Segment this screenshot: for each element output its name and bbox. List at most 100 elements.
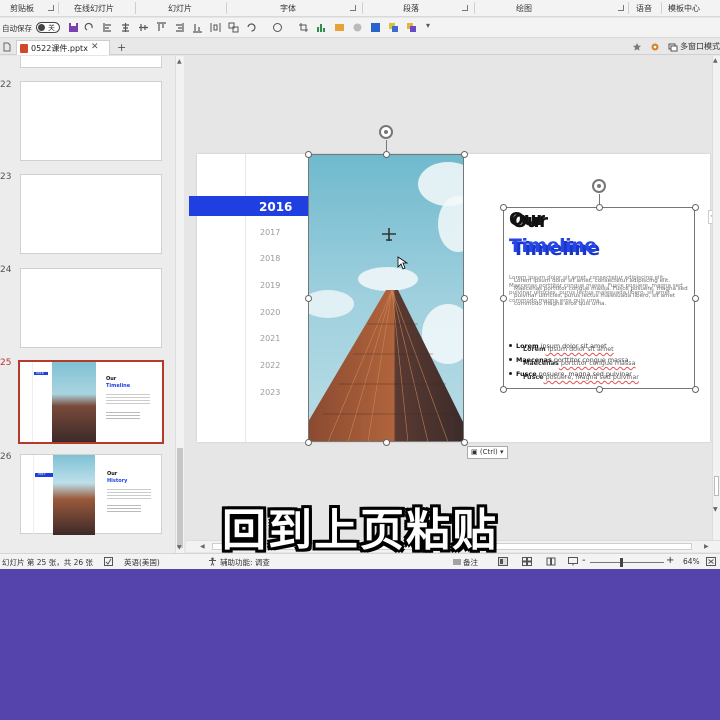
notes-button[interactable]: 备注 bbox=[463, 557, 478, 568]
resize-handle[interactable] bbox=[461, 151, 468, 158]
resize-handle[interactable] bbox=[500, 386, 507, 393]
ribbon-group-template-center: 模板中心 bbox=[668, 4, 700, 13]
resize-handle[interactable] bbox=[305, 151, 312, 158]
divider bbox=[628, 2, 629, 14]
slide-thumbnail-25[interactable]: 2016 Our Timeline bbox=[18, 360, 164, 444]
pptx-file-icon bbox=[20, 44, 28, 53]
language-label[interactable]: 英语(美国) bbox=[124, 557, 160, 568]
zoom-slider-thumb[interactable] bbox=[620, 558, 623, 567]
zoom-slider[interactable] bbox=[590, 562, 664, 563]
document-tab-bar: 0522课件.pptx ✕ + 多窗口模式 bbox=[0, 39, 720, 55]
notes-icon[interactable] bbox=[452, 558, 462, 566]
layers-icon[interactable] bbox=[406, 22, 417, 33]
slide-number: 22 bbox=[0, 80, 12, 90]
ribbon-group-paragraph: 段落 bbox=[403, 4, 419, 13]
resize-handle[interactable] bbox=[596, 386, 603, 393]
textbox-selection-frame bbox=[503, 207, 695, 389]
active-year: 2016 bbox=[259, 200, 293, 214]
timeline-year: 2018 bbox=[260, 254, 281, 263]
shape-icon[interactable] bbox=[272, 22, 283, 33]
resize-handle[interactable] bbox=[305, 439, 312, 446]
chart-icon[interactable] bbox=[316, 22, 327, 33]
paste-options-label: (Ctrl) bbox=[479, 448, 498, 456]
new-tab-icon[interactable]: + bbox=[117, 41, 126, 54]
resize-handle[interactable] bbox=[383, 151, 390, 158]
reading-view-icon[interactable] bbox=[546, 557, 556, 566]
expand-icon[interactable] bbox=[48, 5, 54, 11]
slide-thumbnail-24[interactable] bbox=[20, 268, 162, 348]
resize-handle[interactable] bbox=[692, 386, 699, 393]
settings-icon[interactable] bbox=[650, 42, 660, 52]
ribbon-group-voice: 语音 bbox=[636, 4, 652, 13]
powerpoint-window: 剪贴板 在线幻灯片 幻灯片 字体 段落 绘图 语音 模板中心 自动保存 关 ▾ … bbox=[0, 0, 720, 569]
align-top-icon[interactable] bbox=[156, 22, 167, 33]
resize-handle[interactable] bbox=[461, 439, 468, 446]
mini-year: 2016 bbox=[36, 371, 44, 375]
more-icon[interactable]: ▾ bbox=[426, 21, 437, 32]
resize-handle[interactable] bbox=[305, 295, 312, 302]
divider bbox=[32, 362, 33, 442]
autosave-toggle[interactable]: 关 bbox=[36, 22, 60, 33]
multi-window-icon[interactable] bbox=[668, 42, 678, 52]
mini-title-line2: History bbox=[107, 478, 128, 484]
rotate-handle-icon[interactable] bbox=[592, 179, 606, 193]
document-tab[interactable]: 0522课件.pptx ✕ + bbox=[16, 40, 126, 55]
document-icon[interactable] bbox=[2, 42, 12, 52]
resize-handle[interactable] bbox=[500, 204, 507, 211]
scroll-up-icon[interactable]: ▲ bbox=[177, 58, 182, 65]
ribbon-group-online-slides: 在线幻灯片 bbox=[74, 4, 114, 13]
timeline-year: 2020 bbox=[260, 308, 281, 317]
circle-shape-icon[interactable] bbox=[352, 22, 363, 33]
rotate-icon[interactable] bbox=[246, 22, 257, 33]
spellcheck-icon[interactable] bbox=[104, 557, 113, 566]
rotate-handle-icon[interactable] bbox=[379, 125, 393, 139]
align-right-icon[interactable] bbox=[174, 22, 185, 33]
slideshow-icon[interactable] bbox=[568, 557, 578, 566]
star-icon[interactable] bbox=[632, 42, 642, 52]
align-left-icon[interactable] bbox=[102, 22, 113, 33]
paste-options-button[interactable]: ▣ (Ctrl) ▾ bbox=[467, 446, 508, 459]
scroll-up-icon[interactable]: ▲ bbox=[713, 57, 718, 64]
resize-handle[interactable] bbox=[692, 204, 699, 211]
slide-number: 26 bbox=[0, 452, 12, 462]
expand-icon[interactable] bbox=[618, 5, 624, 11]
timeline-year: 2021 bbox=[260, 334, 281, 343]
clipboard-icon: ▣ bbox=[471, 448, 478, 456]
active-year-bar[interactable] bbox=[189, 196, 311, 216]
slide-thumbnail-23[interactable] bbox=[20, 174, 162, 254]
align-center-icon[interactable] bbox=[120, 22, 131, 33]
expand-icon[interactable] bbox=[350, 5, 356, 11]
resize-handle[interactable] bbox=[383, 439, 390, 446]
accessibility-icon[interactable] bbox=[208, 557, 217, 566]
close-tab-icon[interactable]: ✕ bbox=[91, 42, 99, 52]
scrollbar-thumb[interactable] bbox=[714, 476, 719, 496]
align-bottom-icon[interactable] bbox=[192, 22, 203, 33]
fill-color-icon[interactable] bbox=[370, 22, 381, 33]
resize-handle[interactable] bbox=[596, 204, 603, 211]
picture-icon[interactable] bbox=[334, 22, 345, 33]
accessibility-status[interactable]: 辅助功能: 调查 bbox=[220, 557, 270, 568]
fit-to-window-icon[interactable] bbox=[706, 557, 716, 566]
expand-icon[interactable] bbox=[462, 5, 468, 11]
multi-window-label[interactable]: 多窗口模式 bbox=[680, 41, 720, 52]
group-icon[interactable] bbox=[228, 22, 239, 33]
arrange-icon[interactable] bbox=[388, 22, 399, 33]
resize-handle[interactable] bbox=[692, 295, 699, 302]
slide-thumbnail-22[interactable] bbox=[20, 81, 162, 161]
normal-view-icon[interactable] bbox=[498, 557, 508, 566]
align-middle-icon[interactable] bbox=[138, 22, 149, 33]
resize-handle[interactable] bbox=[500, 295, 507, 302]
slide-sorter-icon[interactable] bbox=[522, 557, 532, 566]
zoom-level[interactable]: 64% bbox=[683, 557, 700, 566]
save-icon[interactable] bbox=[68, 22, 79, 33]
redo-icon[interactable] bbox=[84, 22, 95, 33]
slide-thumbnail-21[interactable] bbox=[20, 56, 162, 68]
editor-vertical-scrollbar[interactable]: ▲ ▼ bbox=[712, 56, 720, 542]
divider bbox=[661, 2, 662, 14]
thumbnail-scrollbar[interactable]: ▲ ▼ bbox=[175, 56, 184, 553]
slide-canvas[interactable]: 2016 2017 2018 2019 2020 2021 2022 2023 bbox=[189, 125, 710, 446]
crop-icon[interactable] bbox=[298, 22, 309, 33]
timeline-year: 2023 bbox=[260, 388, 281, 397]
distribute-icon[interactable] bbox=[210, 22, 221, 33]
resize-handle[interactable] bbox=[461, 295, 468, 302]
